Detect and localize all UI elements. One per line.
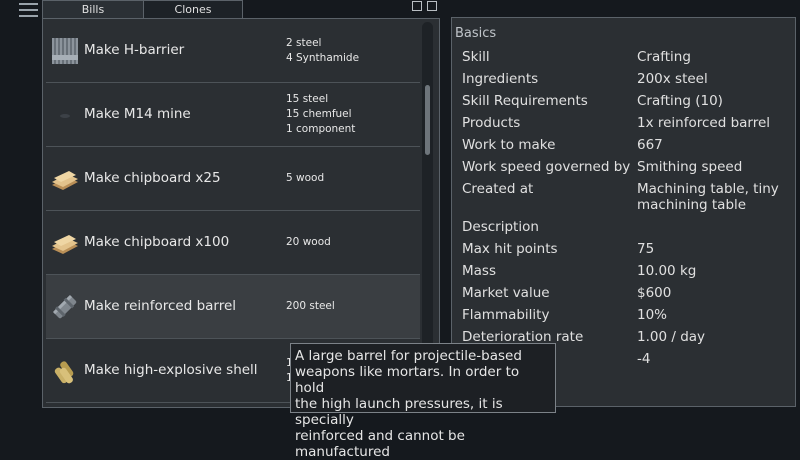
- bill-ingredients: 20 wood: [286, 211, 331, 274]
- h-barrier-icon: [52, 38, 78, 64]
- description-tooltip: A large barrel for projectile-based weap…: [290, 343, 556, 460]
- bill-label: Make M14 mine: [84, 106, 191, 122]
- stat-value: 10%: [637, 307, 668, 323]
- bill-label: Make reinforced barrel: [84, 298, 237, 314]
- bill-label: Make chipboard x25: [84, 170, 221, 186]
- ingredient: 1 component: [286, 123, 356, 135]
- ingredient: 15 steel: [286, 93, 329, 105]
- ingredient: 5 wood: [286, 172, 325, 184]
- stat-value: $600: [637, 285, 672, 301]
- bill-ingredients: 5 wood: [286, 147, 324, 210]
- bill-row-h-barrier[interactable]: Make H-barrier 2 steel 4 Synthamide: [46, 19, 420, 83]
- stat-label: Skill: [462, 49, 490, 65]
- bill-ingredients: 15 steel 15 chemfuel 1 component: [286, 83, 355, 146]
- reinforced-barrel-icon: [52, 294, 77, 319]
- ingredient: 2 steel: [286, 36, 322, 49]
- bill-row-m14-mine[interactable]: Make M14 mine 15 steel 15 chemfuel 1 com…: [46, 83, 420, 147]
- stat-label: Flammability: [462, 307, 550, 323]
- stat-label: Created at: [462, 181, 534, 197]
- ingredient: 200 steel: [286, 300, 335, 312]
- stat-value: Crafting: [637, 49, 691, 65]
- tooltip-line: reinforced and cannot be manufactured: [295, 428, 465, 460]
- stat-value: -4: [637, 351, 651, 367]
- stat-label: Products: [462, 115, 521, 131]
- bill-ingredients: 200 steel: [286, 275, 335, 338]
- ingredient: 4 Synthamide: [286, 51, 360, 64]
- minimize-window-button[interactable]: [412, 1, 422, 11]
- bill-row-chipboard-x25[interactable]: Make chipboard x25 5 wood: [46, 147, 420, 211]
- shell-icon: [54, 361, 74, 384]
- stat-label: Work speed governed by: [462, 159, 631, 175]
- stat-label: Max hit points: [462, 241, 558, 257]
- tooltip-line: weapons like mortars. In order to hold: [295, 364, 520, 396]
- stat-value: 1.00 / day: [637, 329, 706, 345]
- stat-label: Ingredients: [462, 71, 539, 87]
- chipboard-icon: [52, 171, 78, 190]
- stat-label: Skill Requirements: [462, 93, 588, 109]
- stat-value: 200x steel: [637, 71, 708, 87]
- info-heading: Basics: [455, 26, 497, 41]
- stat-value: Crafting (10): [637, 93, 723, 109]
- stat-value: 667: [637, 137, 663, 153]
- stat-value: Machining table, tiny machining table: [637, 181, 779, 213]
- mine-icon: [60, 114, 70, 118]
- bill-label: Make high-explosive shell: [84, 362, 258, 378]
- bill-row-reinforced-barrel[interactable]: Make reinforced barrel 200 steel: [46, 275, 420, 339]
- chipboard-icon: [52, 235, 78, 254]
- stat-value: 1x reinforced barrel: [637, 115, 771, 131]
- tooltip-line: A large barrel for projectile-based: [295, 348, 522, 364]
- bill-row-chipboard-x100[interactable]: Make chipboard x100 20 wood: [46, 211, 420, 275]
- hamburger-menu-icon[interactable]: [19, 2, 39, 18]
- maximize-window-button[interactable]: [427, 1, 437, 11]
- stat-label: Market value: [462, 285, 550, 301]
- bill-label: Make H-barrier: [84, 42, 185, 58]
- stat-label: Mass: [462, 263, 496, 279]
- stat-value: 10.00 kg: [637, 263, 697, 279]
- scrollbar-thumb[interactable]: [425, 85, 430, 155]
- ingredient: 20 wood: [286, 236, 331, 248]
- ingredient: 15 chemfuel: [286, 108, 352, 120]
- stat-value: 75: [637, 241, 655, 257]
- tab-clones[interactable]: Clones: [143, 0, 243, 18]
- stat-value: Smithing speed: [637, 159, 743, 175]
- bill-ingredients: 2 steel 4 Synthamide: [286, 19, 359, 82]
- stat-label: Work to make: [462, 137, 556, 153]
- stat-label: Description: [462, 219, 539, 235]
- tooltip-line: the high launch pressures, it is special…: [295, 396, 503, 428]
- tab-bills[interactable]: Bills: [42, 0, 144, 19]
- bill-label: Make chipboard x100: [84, 234, 230, 250]
